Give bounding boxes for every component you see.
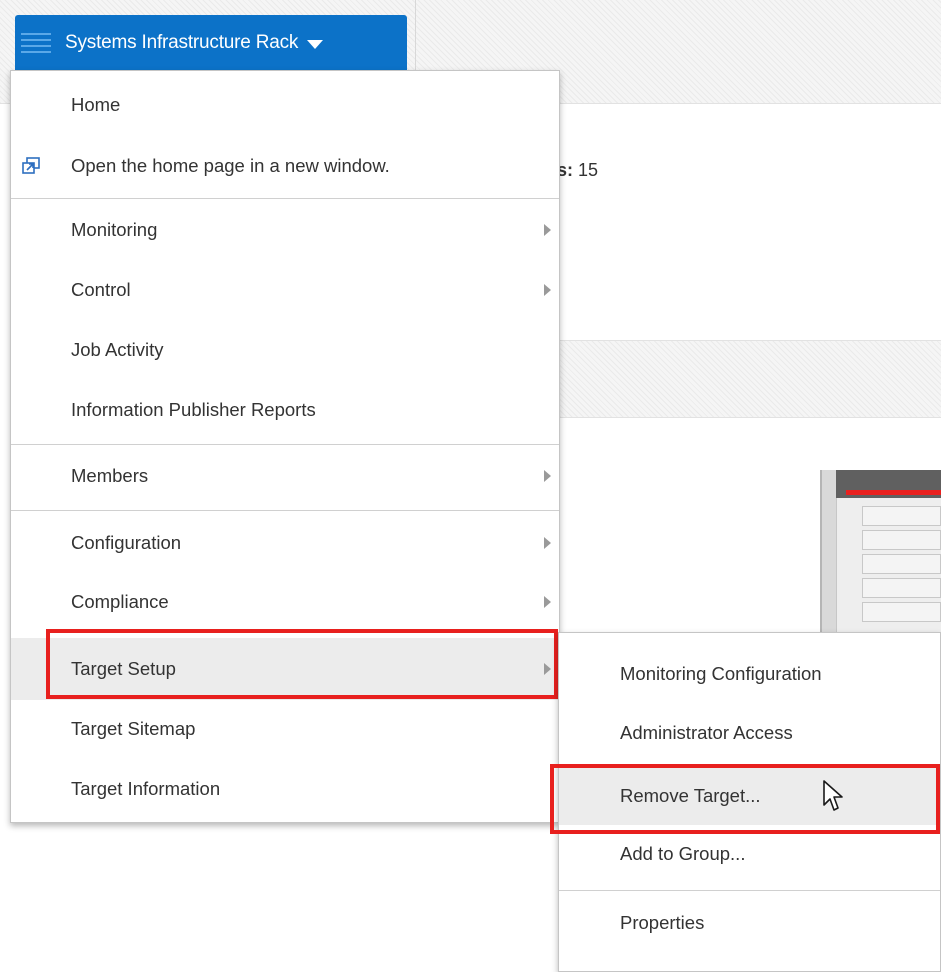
submenu-item-properties[interactable]: Properties xyxy=(559,894,940,952)
menu-item-label: Target Setup xyxy=(71,658,176,679)
caret-down-icon xyxy=(307,39,324,49)
submenu-item-administrator-access[interactable]: Administrator Access xyxy=(559,704,940,762)
chevron-right-icon xyxy=(544,537,551,549)
menu-item-job-activity[interactable]: Job Activity xyxy=(11,322,559,378)
submenu-item-add-to-group[interactable]: Add to Group... xyxy=(559,825,940,883)
menu-item-label: Target Sitemap xyxy=(71,718,196,739)
rack-slot xyxy=(862,602,941,622)
menu-item-label: Open the home page in a new window. xyxy=(71,155,390,176)
menu-separator xyxy=(11,444,559,445)
chevron-right-icon xyxy=(544,284,551,296)
new-window-icon xyxy=(22,157,40,174)
submenu-item-monitoring-configuration[interactable]: Monitoring Configuration xyxy=(559,645,940,703)
menu-item-compliance[interactable]: Compliance xyxy=(11,574,559,630)
menu-item-label: Configuration xyxy=(71,532,182,553)
target-setup-submenu: Monitoring Configuration Administrator A… xyxy=(558,632,941,972)
hamburger-icon xyxy=(21,32,51,53)
submenu-item-label: Add to Group... xyxy=(620,843,746,864)
submenu-item-label: Remove Target... xyxy=(620,785,761,806)
header-divider xyxy=(415,0,416,70)
menu-item-target-setup[interactable]: Target Setup xyxy=(11,638,559,700)
chevron-right-icon xyxy=(544,224,551,236)
rack-slot xyxy=(862,578,941,598)
menu-item-home[interactable]: Home xyxy=(11,77,559,133)
submenu-item-label: Properties xyxy=(620,912,705,933)
chevron-right-icon xyxy=(544,663,551,675)
menu-item-label: Information Publisher Reports xyxy=(71,399,316,420)
slots-value: 15 xyxy=(578,160,599,180)
menu-separator xyxy=(11,198,559,199)
menu-item-label: Home xyxy=(71,94,121,115)
target-dropdown-menu: Home Open the home page in a new window.… xyxy=(10,70,560,823)
chevron-right-icon xyxy=(544,596,551,608)
menu-separator xyxy=(559,890,940,891)
menu-item-open-new-window[interactable]: Open the home page in a new window. xyxy=(11,138,559,194)
menu-item-information-publisher-reports[interactable]: Information Publisher Reports xyxy=(11,382,559,438)
menu-item-label: Target Information xyxy=(71,778,221,799)
menu-item-label: Control xyxy=(71,279,131,300)
rack-top-stripe xyxy=(846,490,941,495)
submenu-item-label: Administrator Access xyxy=(620,722,793,743)
rack-slot xyxy=(862,554,941,574)
section-header-bar xyxy=(560,340,941,418)
mouse-cursor-icon xyxy=(823,780,843,811)
menu-item-target-sitemap[interactable]: Target Sitemap xyxy=(11,701,559,757)
menu-item-label: Job Activity xyxy=(71,339,164,360)
menu-item-members[interactable]: Members xyxy=(11,448,559,504)
menu-item-label: Compliance xyxy=(71,591,169,612)
submenu-item-remove-target[interactable]: Remove Target... xyxy=(559,767,940,825)
menu-item-target-information[interactable]: Target Information xyxy=(11,761,559,817)
menu-item-label: Monitoring xyxy=(71,219,158,240)
menu-item-control[interactable]: Control xyxy=(11,262,559,318)
submenu-item-label: Monitoring Configuration xyxy=(620,663,822,684)
rack-slot xyxy=(862,530,941,550)
menu-item-configuration[interactable]: Configuration xyxy=(11,515,559,571)
menu-separator xyxy=(11,510,559,511)
target-menu-button-label: Systems Infrastructure Rack xyxy=(65,31,299,53)
target-menu-button[interactable]: Systems Infrastructure Rack xyxy=(15,15,407,70)
menu-item-monitoring[interactable]: Monitoring xyxy=(11,202,559,258)
rack-slot xyxy=(862,506,941,526)
menu-item-label: Members xyxy=(71,465,149,486)
chevron-right-icon xyxy=(544,470,551,482)
